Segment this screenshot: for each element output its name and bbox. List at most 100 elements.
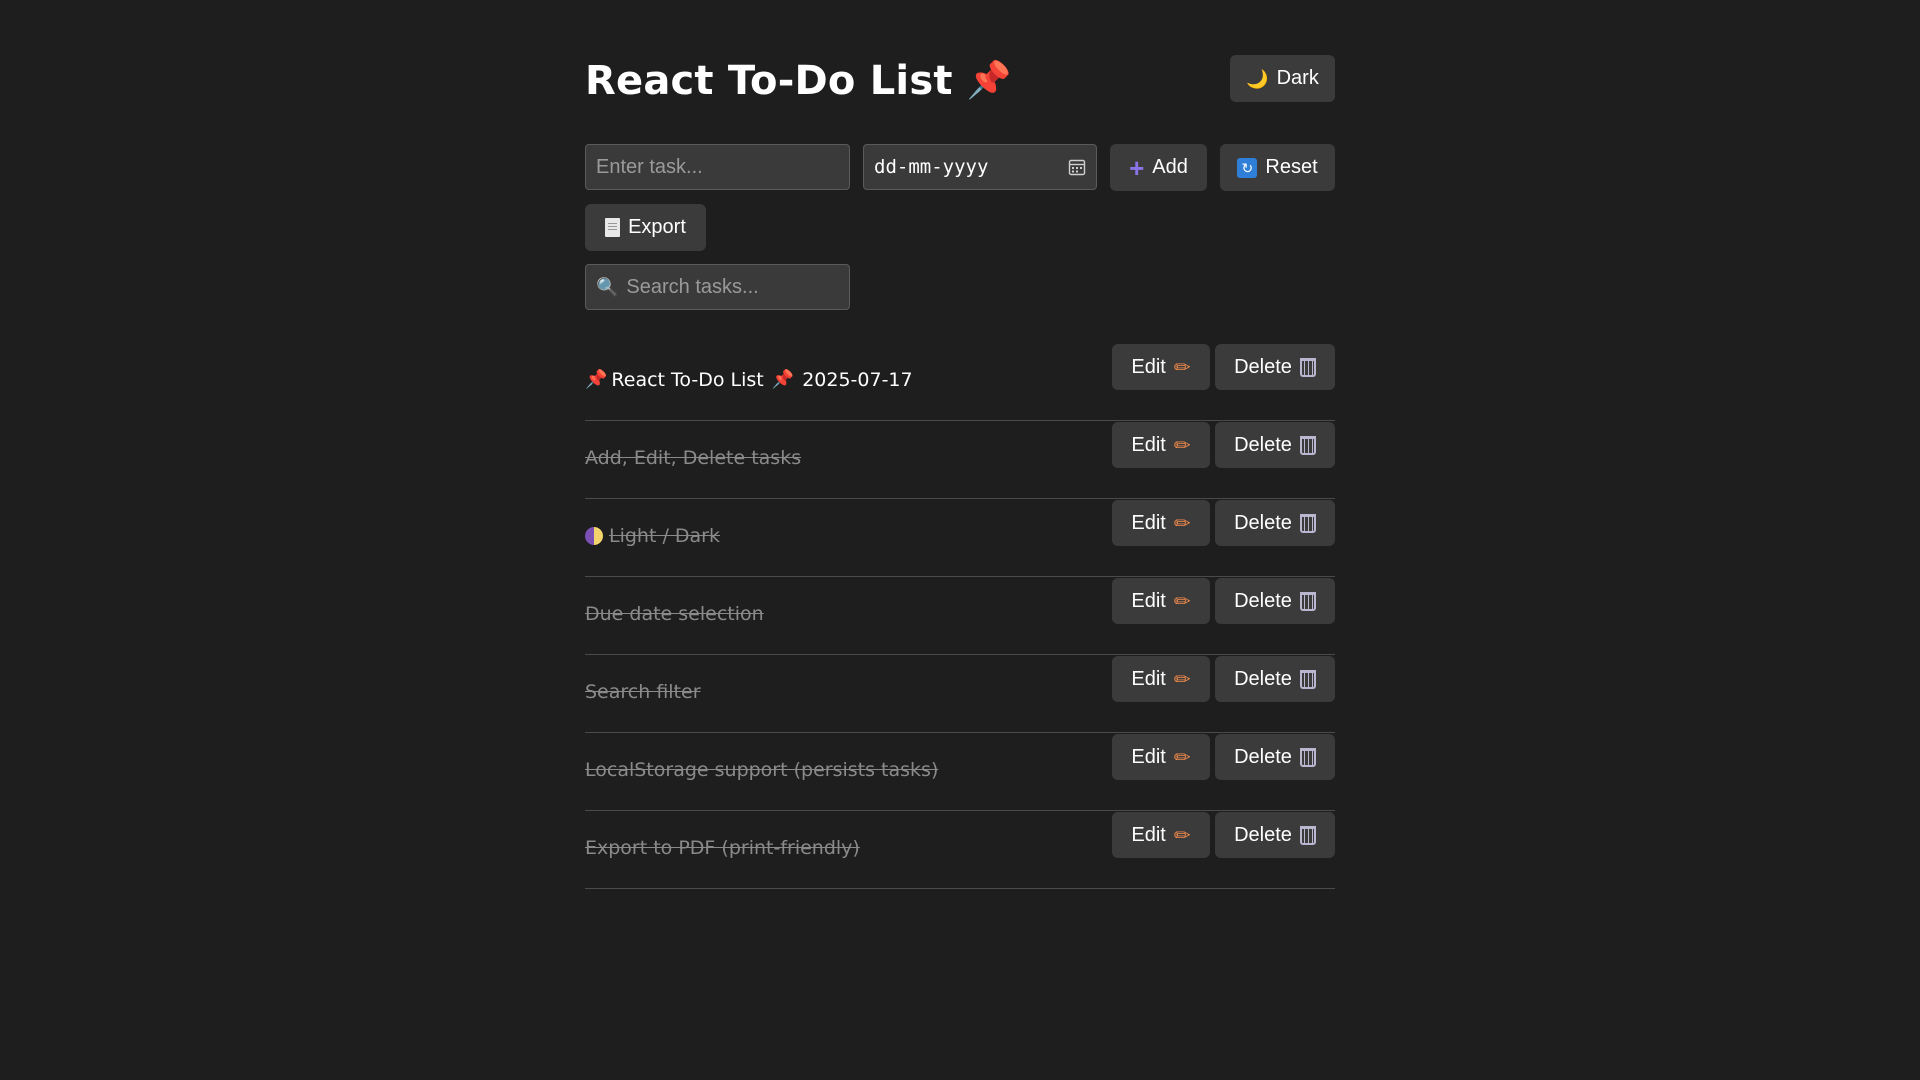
list-item: Add, Edit, Delete tasks Edit ✏ Delete: [585, 422, 1335, 499]
pencil-icon: ✏: [1173, 746, 1191, 769]
delete-button-label: Delete: [1234, 745, 1292, 768]
header: React To-Do List 📌 🌙 Dark: [585, 0, 1335, 130]
reset-button-label: Reset: [1265, 156, 1318, 178]
task-text[interactable]: Add, Edit, Delete tasks: [585, 435, 801, 481]
add-task-controls: Enter task... dd-mm-yyyy + Add ↻ Reset: [585, 144, 1335, 192]
magnifier-icon: 🔍: [596, 277, 619, 297]
delete-button[interactable]: Delete: [1215, 578, 1335, 624]
due-date-placeholder: dd-mm-yyyy: [874, 156, 989, 178]
calendar-icon[interactable]: [1068, 158, 1086, 176]
reset-icon: ↻: [1237, 157, 1258, 178]
todo-app: React To-Do List 📌 🌙 Dark Enter task... …: [585, 0, 1335, 889]
list-item: 📌 React To-Do List 📌 2025-07-17 Edit ✏ D…: [585, 344, 1335, 421]
task-label: Due date selection: [585, 603, 764, 625]
task-input[interactable]: Enter task...: [585, 144, 850, 190]
page-title: React To-Do List 📌: [585, 58, 1012, 104]
edit-button[interactable]: Edit ✏: [1112, 734, 1210, 780]
delete-button[interactable]: Delete: [1215, 500, 1335, 546]
task-label: Add, Edit, Delete tasks: [585, 447, 802, 469]
search-input[interactable]: 🔍 Search tasks...: [585, 264, 850, 310]
edit-button[interactable]: Edit ✏: [1112, 812, 1210, 858]
delete-button-label: Delete: [1234, 589, 1292, 612]
edit-button-label: Edit: [1131, 823, 1166, 846]
task-text[interactable]: Light / Dark: [585, 513, 720, 559]
edit-button-label: Edit: [1131, 745, 1166, 768]
pencil-icon: ✏: [1173, 434, 1191, 457]
delete-button[interactable]: Delete: [1215, 422, 1335, 468]
task-actions: Edit ✏ Delete: [1112, 656, 1335, 702]
pencil-icon: ✏: [1173, 824, 1191, 847]
list-item: Search filter Edit ✏ Delete: [585, 656, 1335, 733]
add-button[interactable]: + Add: [1110, 144, 1207, 191]
task-text[interactable]: 📌 React To-Do List 📌 2025-07-17: [585, 357, 913, 403]
task-actions: Edit ✏ Delete: [1112, 578, 1335, 624]
edit-button-label: Edit: [1131, 511, 1166, 534]
pencil-icon: ✏: [1173, 356, 1191, 379]
task-text[interactable]: LocalStorage support (persists tasks): [585, 747, 938, 793]
wastebasket-icon: [1299, 513, 1316, 533]
task-text[interactable]: Due date selection: [585, 591, 764, 637]
edit-button[interactable]: Edit ✏: [1112, 500, 1210, 546]
delete-button[interactable]: Delete: [1215, 812, 1335, 858]
reset-button[interactable]: ↻ Reset: [1220, 144, 1335, 191]
task-label: Search filter: [585, 681, 701, 703]
task-actions: Edit ✏ Delete: [1112, 734, 1335, 780]
wastebasket-icon: [1299, 747, 1316, 767]
plus-icon: +: [1129, 152, 1145, 183]
task-actions: Edit ✏ Delete: [1112, 812, 1335, 858]
export-button[interactable]: Export: [585, 204, 706, 251]
delete-button-label: Delete: [1234, 667, 1292, 690]
list-item: Export to PDF (print-friendly) Edit ✏ De…: [585, 812, 1335, 889]
crescent-moon-icon: 🌙: [1246, 68, 1269, 89]
task-actions: Edit ✏ Delete: [1112, 500, 1335, 546]
task-label: LocalStorage support (persists tasks): [585, 759, 939, 781]
delete-button-label: Delete: [1234, 355, 1292, 378]
delete-button[interactable]: Delete: [1215, 344, 1335, 390]
edit-button[interactable]: Edit ✏: [1112, 656, 1210, 702]
task-label: Light / Dark: [609, 525, 720, 547]
delete-button-label: Delete: [1234, 433, 1292, 456]
theme-toggle-label: Dark: [1276, 67, 1319, 89]
task-actions: Edit ✏ Delete: [1112, 344, 1335, 390]
task-label: Export to PDF (print-friendly): [585, 837, 860, 859]
document-icon: [605, 218, 621, 237]
delete-button[interactable]: Delete: [1215, 734, 1335, 780]
export-button-label: Export: [628, 216, 686, 238]
pencil-icon: ✏: [1173, 590, 1191, 613]
edit-button-label: Edit: [1131, 589, 1166, 612]
task-due-date: 2025-07-17: [802, 369, 913, 391]
wastebasket-icon: [1299, 669, 1316, 689]
task-list: 📌 React To-Do List 📌 2025-07-17 Edit ✏ D…: [585, 344, 1335, 890]
wastebasket-icon: [1299, 591, 1316, 611]
list-item: LocalStorage support (persists tasks) Ed…: [585, 734, 1335, 811]
theme-toggle-button[interactable]: 🌙 Dark: [1230, 55, 1335, 102]
edit-button[interactable]: Edit ✏: [1112, 578, 1210, 624]
edit-button[interactable]: Edit ✏: [1112, 344, 1210, 390]
edit-button-label: Edit: [1131, 667, 1166, 690]
search-input-placeholder: Search tasks...: [626, 275, 759, 298]
delete-button[interactable]: Delete: [1215, 656, 1335, 702]
delete-button-label: Delete: [1234, 511, 1292, 534]
edit-button[interactable]: Edit ✏: [1112, 422, 1210, 468]
task-actions: Edit ✏ Delete: [1112, 422, 1335, 468]
delete-button-label: Delete: [1234, 823, 1292, 846]
pushpin-icon: 📌: [771, 369, 795, 390]
due-date-input[interactable]: dd-mm-yyyy: [863, 144, 1097, 190]
pencil-icon: ✏: [1173, 668, 1191, 691]
page-title-text: React To-Do List: [585, 58, 953, 104]
add-button-label: Add: [1152, 156, 1188, 178]
wastebasket-icon: [1299, 825, 1316, 845]
list-item: Light / Dark Edit ✏ Delete: [585, 500, 1335, 577]
list-item: Due date selection Edit ✏ Delete: [585, 578, 1335, 655]
task-text[interactable]: Search filter: [585, 669, 701, 715]
wastebasket-icon: [1299, 435, 1316, 455]
half-circle-icon: [585, 527, 603, 545]
pushpin-icon: 📌: [585, 369, 608, 390]
wastebasket-icon: [1299, 357, 1316, 377]
task-input-placeholder: Enter task...: [596, 155, 703, 178]
task-text[interactable]: Export to PDF (print-friendly): [585, 825, 860, 871]
edit-button-label: Edit: [1131, 355, 1166, 378]
pushpin-icon: 📌: [966, 60, 1012, 101]
task-label: React To-Do List: [611, 369, 764, 391]
pencil-icon: ✏: [1173, 512, 1191, 535]
